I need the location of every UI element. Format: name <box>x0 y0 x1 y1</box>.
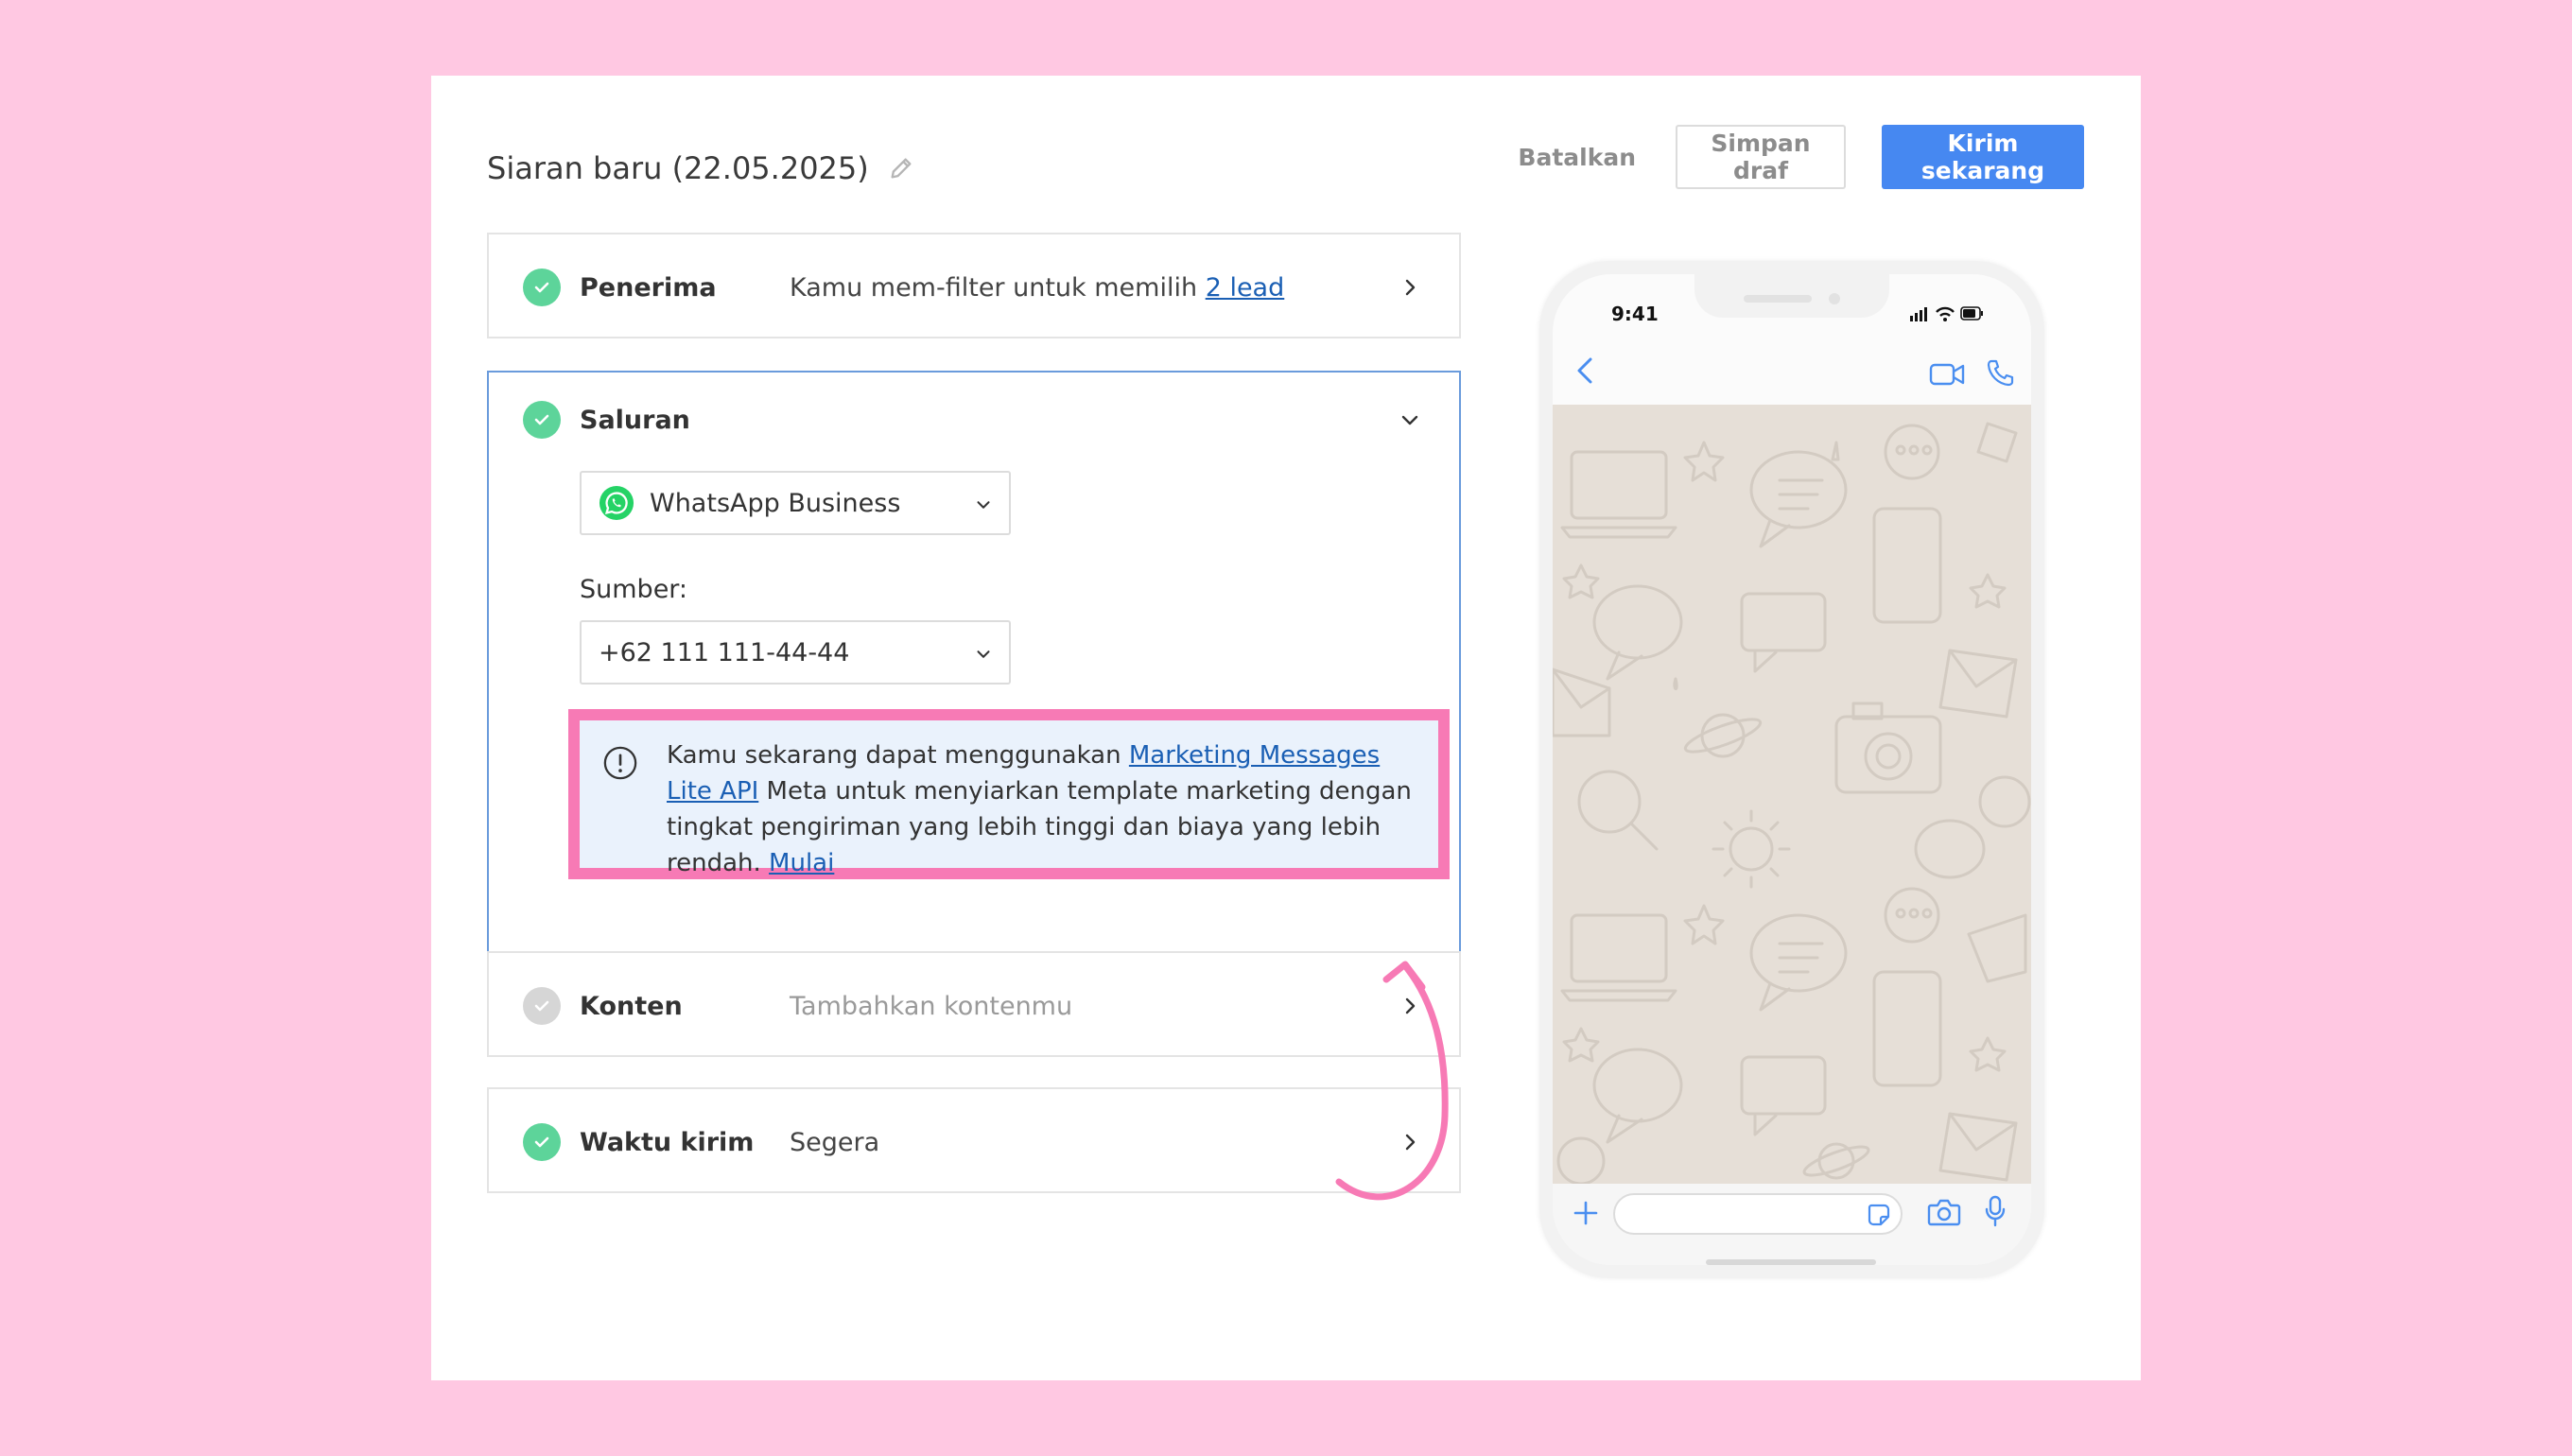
home-indicator <box>1706 1259 1876 1265</box>
wallpaper-pattern <box>1553 422 2031 1184</box>
source-select-value: +62 111 111-44-44 <box>599 637 850 667</box>
section-content-label: Konten <box>580 991 683 1021</box>
channel-select[interactable]: WhatsApp Business <box>580 471 1011 535</box>
plus-icon[interactable] <box>1572 1199 1600 1227</box>
channel-select-value: WhatsApp Business <box>650 488 901 518</box>
save-draft-button[interactable]: Simpan draf <box>1676 125 1846 189</box>
notice-text-before: Kamu sekarang dapat menggunakan <box>667 741 1129 770</box>
phone-notch <box>1694 274 1889 318</box>
check-icon <box>523 401 561 439</box>
annotation-arrow <box>1335 961 1449 1201</box>
notice-highlight-frame: Kamu sekarang dapat menggunakan Marketin… <box>568 709 1450 879</box>
sticker-icon[interactable] <box>1867 1203 1891 1227</box>
section-recipients-header[interactable]: Penerima Kamu mem-filter untuk memilih 2… <box>489 234 1459 340</box>
title-row: Siaran baru (22.05.2025) <box>487 134 914 202</box>
section-recipients-label: Penerima <box>580 272 717 303</box>
status-time: 9:41 <box>1611 303 1659 325</box>
phone-preview: 9:41 <box>1539 261 2044 1278</box>
check-icon <box>523 1123 561 1161</box>
speaker-grill <box>1744 295 1812 303</box>
whatsapp-icon <box>599 485 634 521</box>
page-title: Siaran baru (22.05.2025) <box>487 150 869 186</box>
section-content[interactable]: Konten Tambahkan kontenmu <box>487 951 1461 1057</box>
chevron-down-icon <box>973 493 994 513</box>
chevron-right-icon[interactable] <box>1399 276 1421 299</box>
phone-screen: 9:41 <box>1553 274 2031 1265</box>
microphone-icon[interactable] <box>1984 1195 2007 1227</box>
content-placeholder: Tambahkan kontenmu <box>790 991 1073 1021</box>
check-icon <box>523 269 561 306</box>
section-recipients[interactable]: Penerima Kamu mem-filter untuk memilih 2… <box>487 233 1461 338</box>
send-time-value: Segera <box>790 1127 880 1157</box>
source-label: Sumber: <box>580 575 688 604</box>
pencil-icon[interactable] <box>888 155 914 182</box>
back-icon[interactable] <box>1572 354 1598 388</box>
section-channel-header[interactable]: Saluran <box>489 367 1459 473</box>
recipients-text: Kamu mem-filter untuk memilih <box>790 272 1206 303</box>
section-channel: Saluran WhatsApp Business Sumber: +62 11… <box>487 371 1461 998</box>
video-call-icon[interactable] <box>1929 361 1965 388</box>
source-select[interactable]: +62 111 111-44-44 <box>580 620 1011 685</box>
section-send-time-header[interactable]: Waktu kirim Segera <box>489 1089 1459 1195</box>
send-now-button[interactable]: Kirim sekarang <box>1882 125 2084 189</box>
recipients-leads-link[interactable]: 2 lead <box>1206 273 1285 303</box>
front-camera <box>1829 293 1840 304</box>
start-link[interactable]: Mulai <box>769 849 834 877</box>
notice-text: Kamu sekarang dapat menggunakan Marketin… <box>667 737 1423 881</box>
message-input-bar <box>1553 1184 2031 1265</box>
message-input[interactable] <box>1613 1193 1903 1235</box>
status-icons <box>1910 306 1983 321</box>
broadcast-editor-card: Siaran baru (22.05.2025) Batalkan Simpan… <box>431 76 2141 1380</box>
section-send-time[interactable]: Waktu kirim Segera <box>487 1087 1461 1193</box>
chevron-down-icon <box>973 642 994 663</box>
section-send-time-label: Waktu kirim <box>580 1127 755 1157</box>
phone-call-icon[interactable] <box>1986 357 2016 388</box>
header-actions: Batalkan Simpan draf Kirim sekarang <box>1514 125 2084 189</box>
check-icon <box>523 987 561 1025</box>
info-notice: Kamu sekarang dapat menggunakan Marketin… <box>580 720 1438 877</box>
chat-wallpaper <box>1553 405 2031 1184</box>
chevron-down-icon[interactable] <box>1399 408 1421 431</box>
recipients-summary: Kamu mem-filter untuk memilih 2 lead <box>790 273 1284 303</box>
info-icon <box>602 745 638 781</box>
section-channel-label: Saluran <box>580 405 690 435</box>
cancel-button[interactable]: Batalkan <box>1514 125 1640 189</box>
camera-icon[interactable] <box>1927 1197 1961 1227</box>
section-content-header[interactable]: Konten Tambahkan kontenmu <box>489 953 1459 1059</box>
